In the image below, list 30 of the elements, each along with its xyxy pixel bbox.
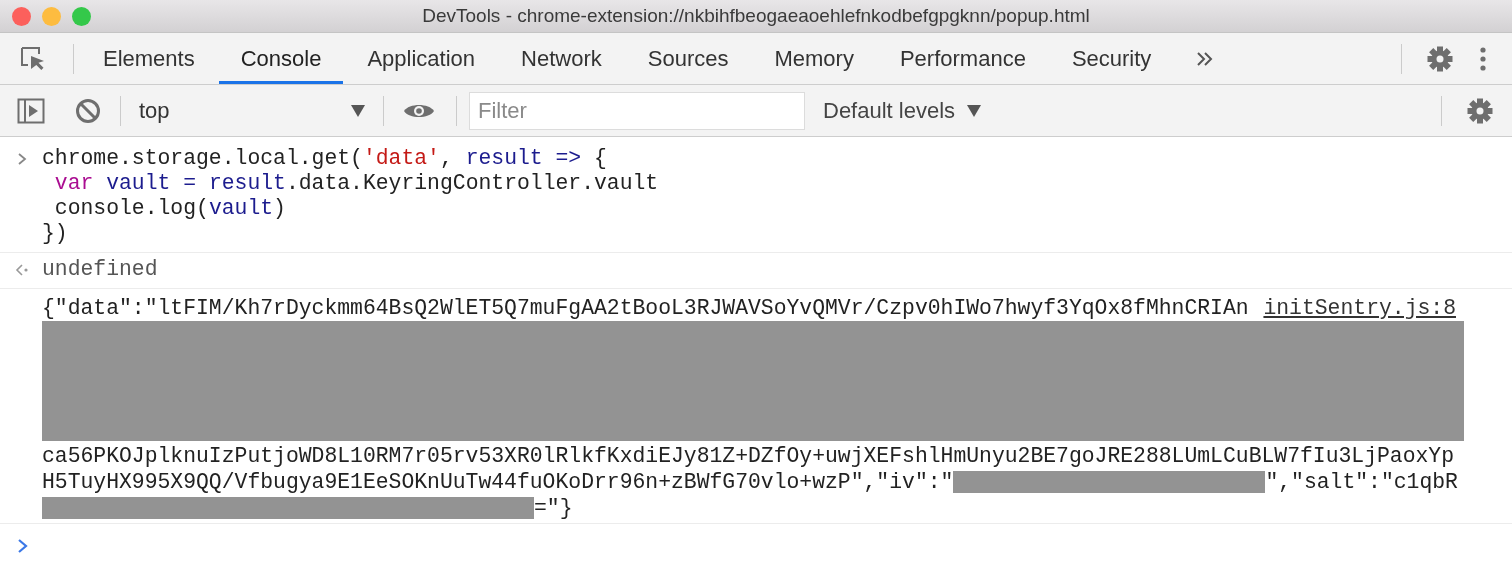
dropdown-caret-icon[interactable] — [351, 104, 365, 117]
log-text: ="} — [534, 495, 573, 521]
tab[interactable]: Application — [345, 33, 498, 84]
console-settings-icon[interactable] — [1466, 96, 1494, 125]
code-line: console.log(vault) — [53, 196, 287, 221]
tab[interactable]: Sources — [625, 33, 751, 84]
dropdown-caret-icon[interactable] — [967, 104, 982, 117]
context-selector[interactable]: top — [127, 97, 377, 124]
settings-icon[interactable] — [1426, 44, 1454, 73]
tab[interactable]: Network — [499, 33, 624, 84]
source-link[interactable]: initSentry.js:8 — [1263, 295, 1456, 321]
more-options-icon[interactable] — [1478, 44, 1488, 73]
code-line: var vault = result.data.KeyringController.vault — [53, 171, 660, 196]
log-text: H5TuyHX995X9QQ/Vfbugya9E1EeSOKnUuTw44fuOKoDrr96n+zBWfG70vlo+wzP","iv":" — [42, 469, 954, 495]
code-line: }) — [42, 221, 69, 246]
log-text: ca56PKOJplknuIzPutjoWD8L10RM7r05rv53XR0lRlkfKxdiEJy81Z+DZfOy+uwjXEFshlHmUnyu2BE7goJRE288LUmLCuBLW7fIu3LjPaoxYp — [42, 443, 1454, 469]
result-text: undefined — [42, 257, 159, 282]
tab[interactable]: Performance — [877, 33, 1048, 84]
clear-console-icon[interactable] — [75, 97, 101, 124]
tab[interactable]: Memory — [752, 33, 876, 84]
code-line: chrome.storage.local.get('data', result => { — [42, 146, 608, 171]
sidebar-toggle-icon[interactable] — [17, 97, 45, 124]
tab[interactable]: Elements — [81, 33, 217, 84]
log-text: ","salt":"c1qbR — [1265, 469, 1458, 495]
tab[interactable]: Security — [1049, 33, 1174, 84]
window-title: DevTools - chrome-extension://nkbihfbeogaeaoehlefnkodbefgpgknn/popup.html — [422, 5, 1090, 27]
log-text: {"data":"ltFIM/Kh7rDyckmm64BsQ2WlET5Q7muFgAA2tBooL3RJWAVSoYvQMVr/Czpv0hIWo7hwyf3YqOx8fMhnCRIAn — [42, 295, 1249, 321]
window-control-button[interactable] — [12, 7, 31, 26]
log-levels-dropdown[interactable]: Default levels — [823, 97, 982, 124]
filter-field[interactable]: Filter — [469, 91, 805, 130]
